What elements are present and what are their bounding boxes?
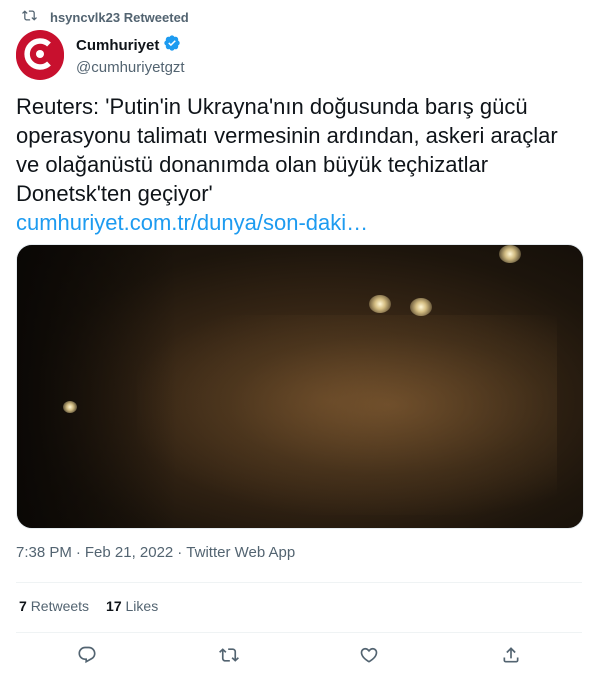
like-button[interactable] (358, 646, 380, 668)
tweet-source[interactable]: Twitter Web App (186, 544, 295, 561)
distant-light (63, 401, 77, 413)
meta-separator: · (75, 544, 81, 561)
video-shadow (17, 245, 177, 528)
retweet-banner: hsyncvlk23 Retweeted (22, 6, 189, 28)
video-haze (137, 315, 557, 515)
verified-badge-icon (163, 34, 181, 58)
likes-stat[interactable]: 17 Likes (106, 598, 158, 614)
retweets-stat[interactable]: 7 Retweets (19, 598, 89, 614)
likes-label: Likes (125, 598, 159, 614)
share-icon (501, 645, 521, 670)
reply-icon (77, 645, 97, 670)
tweet-stats: 7 Retweets 17 Likes (19, 598, 158, 614)
divider (16, 582, 582, 583)
like-icon (359, 645, 379, 670)
retweet-button[interactable] (218, 646, 240, 668)
share-button[interactable] (500, 646, 522, 668)
display-name[interactable]: Cumhuriyet (76, 36, 159, 56)
headlight (369, 295, 391, 313)
retweet-label[interactable]: hsyncvlk23 Retweeted (50, 10, 189, 25)
tweet-video[interactable] (16, 244, 584, 529)
divider (16, 632, 582, 633)
tweet-time[interactable]: 7:38 PM (16, 544, 72, 561)
retweet-icon (22, 8, 37, 26)
tweet-meta: 7:38 PM · Feb 21, 2022 · Twitter Web App (16, 544, 295, 561)
tweet-author: Cumhuriyet @cumhuriyetgzt (16, 29, 185, 83)
avatar[interactable] (16, 29, 64, 83)
headlight (410, 298, 432, 316)
retweets-count: 7 (19, 598, 27, 614)
cumhuriyet-logo-icon (16, 29, 64, 83)
tweet-body: Reuters: 'Putin'in Ukrayna'nın doğusunda… (16, 92, 586, 237)
meta-separator: · (177, 544, 183, 561)
tweet-text: Reuters: 'Putin'in Ukrayna'nın doğusunda… (16, 94, 558, 206)
reply-button[interactable] (76, 646, 98, 668)
retweet-icon (219, 645, 239, 670)
handle[interactable]: @cumhuriyetgzt (76, 58, 185, 78)
tweet-link[interactable]: cumhuriyet.com.tr/dunya/son-daki… (16, 208, 586, 237)
likes-count: 17 (106, 598, 122, 614)
street-light (499, 245, 521, 263)
retweets-label: Retweets (30, 598, 90, 614)
tweet-actions (0, 640, 598, 676)
tweet-date[interactable]: Feb 21, 2022 (85, 544, 173, 561)
